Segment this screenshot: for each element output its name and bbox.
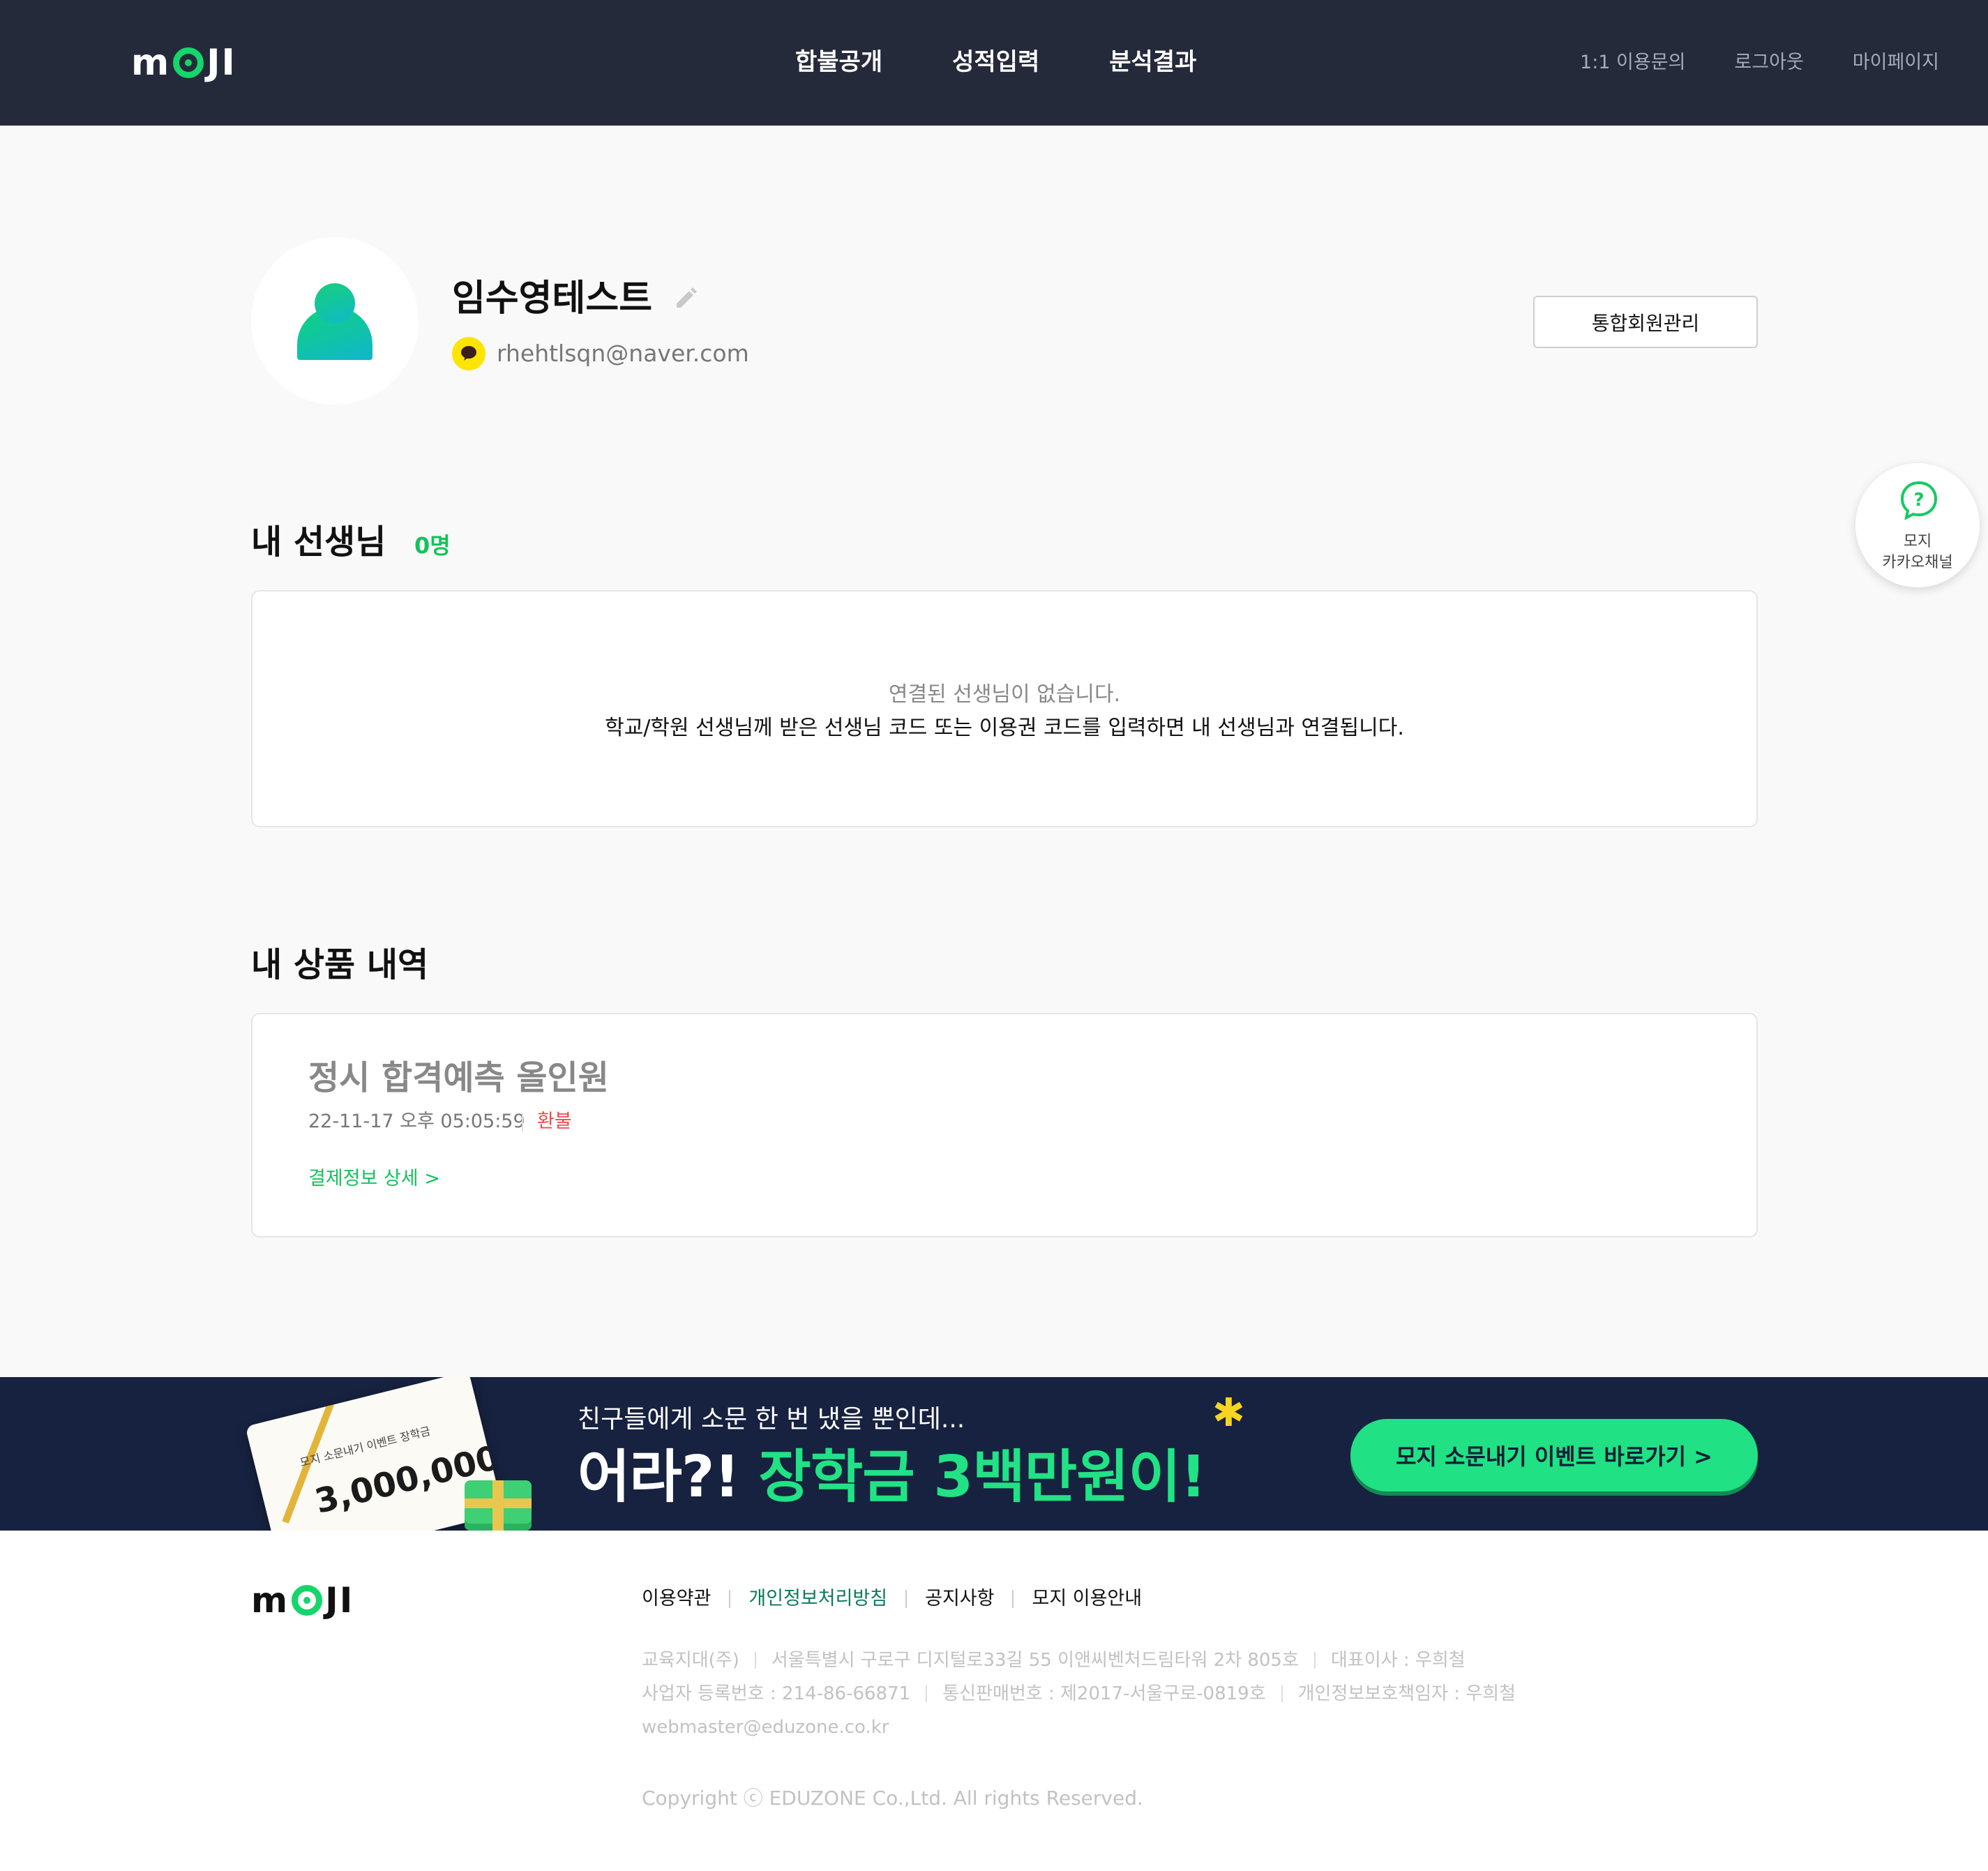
- kakao-channel-button[interactable]: ? 모지 카카오채널: [1855, 463, 1980, 587]
- footer-link-divider: [905, 1590, 908, 1608]
- teachers-card: 연결된 선생님이 없습니다. 학교/학원 선생님께 받은 선생님 코드 또는 이…: [251, 590, 1758, 827]
- product-name: 정시 합격예측 올인원: [308, 1058, 609, 1097]
- footer-logo-text-ji: JI: [325, 1580, 354, 1621]
- footer-info-line1: 교육지대(주) 서울특별시 구로구 디지털로33길 55 이앤씨벤처드림타워 2…: [642, 1646, 1466, 1674]
- footer-logo-o-mark: [292, 1585, 323, 1616]
- logout-link[interactable]: 로그아웃: [1734, 49, 1803, 77]
- info-divider: [754, 1652, 756, 1669]
- info-divider: [926, 1685, 928, 1702]
- privacy-officer: 개인정보보호책임자 : 우희철: [1297, 1683, 1516, 1704]
- svg-text:?: ?: [1913, 490, 1924, 511]
- manage-account-button[interactable]: 통합회원관리: [1533, 296, 1758, 348]
- logo-text-ji: JI: [206, 42, 236, 84]
- profile-name: 임수영테스트: [452, 278, 653, 320]
- copyright: Copyright ⓒ EDUZONE Co.,Ltd. All rights …: [642, 1787, 1143, 1810]
- product-status-badge: 환불: [537, 1111, 572, 1132]
- channel-label-line1: 모지: [1903, 533, 1932, 550]
- teachers-title: 내 선생님: [251, 523, 386, 562]
- product-card: 정시 합격예측 올인원 22-11-17 오후 05:05:59 환불 결제정보…: [251, 1013, 1758, 1238]
- teachers-empty-guide: 학교/학원 선생님께 받은 선생님 코드 또는 이용권 코드를 입력하면 내 선…: [605, 716, 1404, 740]
- banner-headline-green: 장학금 3백만원이!: [758, 1444, 1206, 1510]
- privacy-policy-link[interactable]: 개인정보처리방침: [748, 1585, 887, 1613]
- main-nav: 합불공개 성적입력 분석결과: [795, 45, 1266, 80]
- avatar-head-shape: [315, 283, 355, 324]
- channel-label-line2: 카카오채널: [1882, 554, 1953, 571]
- utility-nav: 1:1 이용문의 로그아웃 마이페이지: [1531, 49, 1939, 77]
- products-title: 내 상품 내역: [251, 945, 429, 984]
- banner-subtitle: 친구들에게 소문 한 번 냈을 뿐인데...: [578, 1405, 965, 1434]
- help-bubble-icon: ?: [1900, 481, 1938, 520]
- payment-detail-link[interactable]: 결제정보 상세 >: [308, 1165, 440, 1193]
- moji-logo[interactable]: m JI: [131, 43, 236, 82]
- banner-headline-white: 어라?!: [578, 1444, 759, 1510]
- logo-text-m: m: [131, 42, 171, 84]
- nav-score-input[interactable]: 성적입력: [952, 45, 1039, 80]
- kakao-icon: [452, 337, 485, 370]
- notice-link[interactable]: 공지사항: [925, 1585, 994, 1613]
- company-ceo: 대표이사 : 우희철: [1330, 1650, 1466, 1671]
- sparkle-icon: ✱: [1212, 1390, 1245, 1436]
- company-name: 교육지대(주): [642, 1650, 739, 1671]
- footer-moji-logo: m JI: [251, 1581, 354, 1620]
- inquiry-link[interactable]: 1:1 이용문의: [1580, 49, 1685, 77]
- banner-headline: 어라?! 장학금 3백만원이!: [578, 1441, 1207, 1514]
- terms-link[interactable]: 이용약관: [642, 1585, 711, 1613]
- company-address: 서울특별시 구로구 디지털로33길 55 이앤씨벤처드림타워 2차 805호: [771, 1650, 1299, 1671]
- mypage-link[interactable]: 마이페이지: [1853, 49, 1939, 77]
- kakao-bubble-icon: [461, 346, 476, 361]
- gift-box-icon: [465, 1480, 532, 1531]
- logo-o-mark: [173, 47, 204, 78]
- footer-link-divider: [1012, 1590, 1014, 1608]
- avatar: [251, 237, 419, 405]
- footer-info-line2: 사업자 등록번호 : 214-86-66871 통신판매번호 : 제2017-서…: [642, 1680, 1516, 1708]
- footer-logo-text-m: m: [251, 1580, 289, 1621]
- info-divider: [1313, 1652, 1316, 1669]
- mail-order-number: 통신판매번호 : 제2017-서울구로-0819호: [942, 1683, 1266, 1704]
- info-divider: [1281, 1685, 1283, 1702]
- event-shortcut-button[interactable]: 모지 소문내기 이벤트 바로가기 >: [1350, 1419, 1758, 1491]
- webmaster-email: webmaster@eduzone.co.kr: [642, 1717, 889, 1738]
- teachers-count: 0명: [414, 532, 451, 559]
- nav-analysis[interactable]: 분석결과: [1109, 45, 1196, 80]
- business-number: 사업자 등록번호 : 214-86-66871: [642, 1683, 911, 1704]
- footer-link-divider: [729, 1590, 731, 1608]
- product-divider: [522, 1113, 523, 1132]
- product-date: 22-11-17 오후 05:05:59: [308, 1111, 525, 1132]
- footer-info-line3: webmaster@eduzone.co.kr: [642, 1713, 889, 1741]
- event-banner[interactable]: 모지 소문내기 이벤트 장학금 3,000,000 친구들에게 소문 한 번 냈…: [0, 1377, 1988, 1531]
- pencil-icon[interactable]: [668, 283, 703, 317]
- top-header: m JI 합불공개 성적입력 분석결과 1:1 이용문의 로그아웃 마이페이지: [0, 0, 1988, 126]
- footer-links: 이용약관 개인정보처리방침 공지사항 모지 이용안내: [642, 1585, 1142, 1613]
- nav-pass-fail[interactable]: 합불공개: [795, 45, 882, 80]
- usage-guide-link[interactable]: 모지 이용안내: [1032, 1585, 1142, 1613]
- profile-email: rhehtlsqn@naver.com: [497, 340, 749, 367]
- footer: m JI 이용약관 개인정보처리방침 공지사항 모지 이용안내 교육지대(주) …: [0, 1531, 1988, 1871]
- teachers-empty-message: 연결된 선생님이 없습니다.: [888, 682, 1121, 707]
